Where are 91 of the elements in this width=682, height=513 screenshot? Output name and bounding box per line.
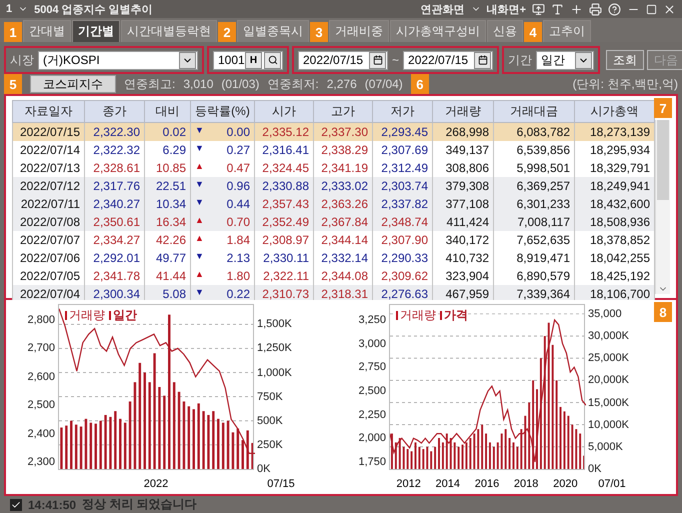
axis-tick-label: 0K: [588, 463, 602, 475]
column-header: 저가: [372, 100, 432, 122]
axis-tick-label: 1,250K: [257, 342, 292, 354]
axis-tick-label: 2,600: [27, 370, 55, 383]
axis-tick-label: 3,000: [358, 338, 386, 350]
year-high-label: 연중최고:: [124, 76, 176, 92]
axis-tick-label: 2020: [553, 478, 578, 490]
year-low-value: 2,276: [326, 77, 357, 91]
axis-tick-label: 2012: [396, 478, 421, 490]
rate-value: 0.47: [226, 161, 250, 175]
column-header: 종가: [84, 100, 144, 122]
annotation-badge: 4: [524, 22, 542, 42]
status-time: 14:41:50: [28, 498, 76, 512]
end-date-label: 07/15: [267, 478, 295, 490]
legend-item: 일간: [109, 307, 137, 324]
annotation-badge: 3: [310, 22, 328, 42]
rate-value: 0.70: [226, 215, 250, 229]
axis-tick-label: 2,500: [27, 399, 55, 412]
axis-tick-label: 2014: [436, 478, 460, 490]
column-header: 자료일자: [12, 100, 84, 122]
trend-arrow: ▲: [195, 215, 204, 227]
axis-tick-label: 2,750: [358, 361, 386, 374]
trend-arrow: ▼: [195, 179, 204, 191]
annotation-badge: 2: [218, 22, 236, 42]
annotation-badge: 8: [654, 302, 672, 322]
column-header: 시가총액: [574, 100, 654, 122]
annotation-badge: 6: [410, 74, 429, 94]
axis-tick-label: 35,000: [588, 308, 622, 320]
trend-arrow: ▼: [195, 287, 204, 299]
rate-value: 0.96: [226, 179, 250, 193]
rate-value: 1.80: [226, 269, 250, 283]
rate-value: 2.13: [226, 251, 250, 265]
rate-value: 0.00: [226, 125, 250, 139]
axis-tick-label: 2,700: [27, 342, 55, 354]
axis-tick-label: 2,000: [358, 432, 386, 444]
axis-tick-label: 3,250: [358, 314, 386, 326]
axis-tick-label: 2,250: [358, 408, 386, 421]
rate-value: 0.44: [226, 197, 250, 211]
axis-tick-label: 2,800: [27, 314, 55, 326]
axis-tick-label: 0K: [257, 463, 270, 475]
annotation-badge: 1: [4, 22, 22, 42]
trend-arrow: ▼: [195, 197, 204, 209]
trend-arrow: ▲: [195, 269, 204, 281]
trend-arrow: ▼: [195, 251, 204, 263]
axis-tick-label: 2,300: [27, 456, 55, 468]
window-title: 5004 업종지수 일별추이: [34, 2, 153, 16]
year-low-date: (07/04): [364, 77, 403, 91]
axis-tick-label: 2,500: [358, 384, 386, 397]
rate-value: 0.27: [226, 143, 250, 157]
trend-arrow: ▲: [195, 233, 204, 245]
axis-tick-label: 250K: [257, 438, 283, 451]
year-high-value: 3,010: [183, 77, 214, 91]
market-label: 시장: [10, 52, 34, 68]
annotation-badge: 5: [4, 74, 22, 94]
axis-tick-label: 2016: [474, 478, 500, 490]
column-header: 시가: [254, 100, 314, 122]
axis-tick-label: 20,000K: [588, 374, 629, 386]
year-high-date: (01/03): [221, 77, 260, 91]
end-date-label: 07/01: [598, 478, 626, 490]
column-header: 거래대금: [494, 100, 574, 122]
legend-item: 가격: [440, 307, 468, 324]
axis-tick-label: 2022: [144, 478, 168, 490]
axis-tick-label: 1,750: [358, 456, 386, 468]
year-low-label: 연중최저:: [267, 76, 319, 92]
trend-arrow: ▼: [195, 143, 204, 155]
rate-value: 0.22: [226, 287, 250, 301]
axis-tick-label: 1,500K: [257, 318, 292, 330]
unit-note: (단위: 천주,백만,억): [572, 76, 678, 92]
axis-tick-label: 15,000K: [588, 396, 629, 408]
column-header: 고가: [314, 100, 372, 122]
trend-arrow: ▲: [195, 161, 204, 173]
axis-tick-label: 10,000K: [588, 418, 629, 431]
status-message: 정상 처리 되었습니다: [82, 496, 197, 513]
axis-tick-label: 2,400: [27, 428, 55, 440]
axis-tick-label: 500K: [257, 414, 283, 427]
annotation-badge: 7: [654, 98, 672, 118]
legend-item: 거래량: [65, 307, 105, 324]
axis-tick-label: 750K: [257, 390, 283, 403]
trend-arrow: ▼: [195, 125, 204, 137]
column-header: 등락률(%): [190, 100, 254, 122]
axis-tick-label: 2018: [514, 478, 538, 490]
column-header: 거래량: [432, 100, 494, 122]
axis-tick-label: 25,000K: [588, 352, 629, 364]
date-separator: ~: [392, 53, 400, 67]
column-header: 대비: [144, 100, 190, 122]
axis-tick-label: 30,000K: [588, 330, 629, 342]
period-label: 기간: [508, 52, 532, 68]
rate-value: 1.84: [226, 233, 250, 247]
axis-tick-label: 1,000K: [257, 366, 292, 379]
axis-tick-label: 5,000K: [588, 440, 623, 453]
legend-item: 거래량: [396, 307, 436, 324]
